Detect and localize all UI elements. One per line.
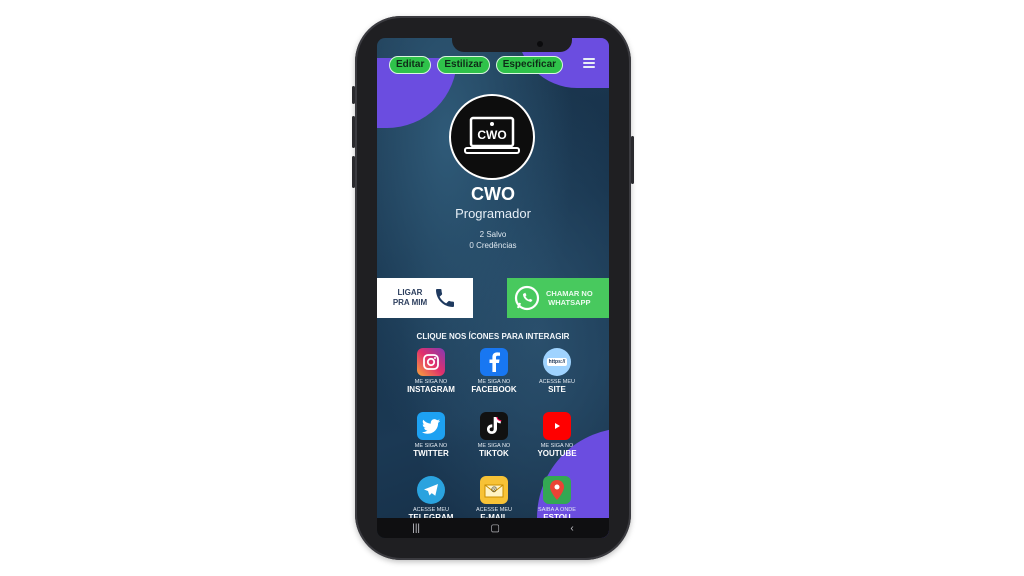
call-button-label: LIGAR PRA MIM xyxy=(392,288,428,307)
back-icon[interactable]: ‹ xyxy=(570,523,573,534)
email-link[interactable]: @ ACESSE MEU E-MAIL xyxy=(464,476,524,523)
whatsapp-icon xyxy=(514,285,540,311)
top-toolbar: Editar Estilizar Especificar xyxy=(389,56,599,74)
whatsapp-button[interactable]: CHAMAR NO WHATSAPP xyxy=(507,278,609,318)
instagram-icon xyxy=(417,348,445,376)
profile-role: Programador xyxy=(455,206,531,221)
youtube-link[interactable]: ME SIGA NO YOUTUBE xyxy=(527,412,587,459)
phone-screen: Editar Estilizar Especificar CWO CWO Pro… xyxy=(377,38,609,538)
specify-button[interactable]: Especificar xyxy=(495,56,564,74)
logo-text: CWO xyxy=(477,128,506,142)
volume-down-button xyxy=(352,156,355,188)
email-icon: @ xyxy=(480,476,508,504)
action-row: LIGAR PRA MIM CHAMAR NO WHATSAPP xyxy=(377,278,609,322)
recent-apps-icon[interactable]: ||| xyxy=(412,523,420,534)
saved-count: 2 Salvo xyxy=(479,230,507,239)
website-link[interactable]: https:// ACESSE MEU SITE xyxy=(527,348,587,395)
tiktok-link[interactable]: ME SIGA NO TIKTOK xyxy=(464,412,524,459)
phone-icon xyxy=(436,289,455,307)
front-camera xyxy=(537,41,543,47)
interaction-hint: CLIQUE NOS ÍCONES PARA INTERAGIR xyxy=(416,332,570,341)
facebook-link[interactable]: ME SIGA NO FACEBOOK xyxy=(464,348,524,395)
home-icon[interactable]: ▢ xyxy=(491,523,500,534)
profile-name: CWO xyxy=(471,184,515,204)
instagram-link[interactable]: ME SIGA NO INSTAGRAM xyxy=(401,348,461,395)
youtube-icon xyxy=(543,412,571,440)
svg-text:@: @ xyxy=(491,487,497,493)
notch xyxy=(452,38,572,52)
telegram-link[interactable]: ACESSE MEU TELEGRAM xyxy=(401,476,461,523)
volume-up-button xyxy=(352,116,355,148)
tiktok-icon xyxy=(480,412,508,440)
android-nav-bar: ||| ▢ ‹ xyxy=(377,518,609,538)
power-button xyxy=(631,136,634,184)
map-pin-icon xyxy=(543,476,571,504)
laptop-logo-icon: CWO xyxy=(464,116,520,154)
website-icon: https:// xyxy=(543,348,571,376)
facebook-icon xyxy=(480,348,508,376)
call-button[interactable]: LIGAR PRA MIM xyxy=(377,278,473,318)
mute-switch xyxy=(352,86,355,104)
url-badge: https:// xyxy=(546,358,568,366)
phone-frame: Editar Estilizar Especificar CWO CWO Pro… xyxy=(352,16,634,560)
twitter-icon xyxy=(417,412,445,440)
edit-button[interactable]: Editar xyxy=(389,56,432,74)
avatar: CWO xyxy=(449,94,535,180)
location-link[interactable]: SAIBA A ONDE ESTOU xyxy=(527,476,587,523)
credentials-count: 0 Credências xyxy=(469,241,517,250)
whatsapp-button-label: CHAMAR NO WHATSAPP xyxy=(546,289,593,307)
menu-icon[interactable] xyxy=(583,58,595,70)
telegram-icon xyxy=(417,476,445,504)
twitter-link[interactable]: ME SIGA NO TWITTER xyxy=(401,412,461,459)
style-button[interactable]: Estilizar xyxy=(437,56,490,74)
